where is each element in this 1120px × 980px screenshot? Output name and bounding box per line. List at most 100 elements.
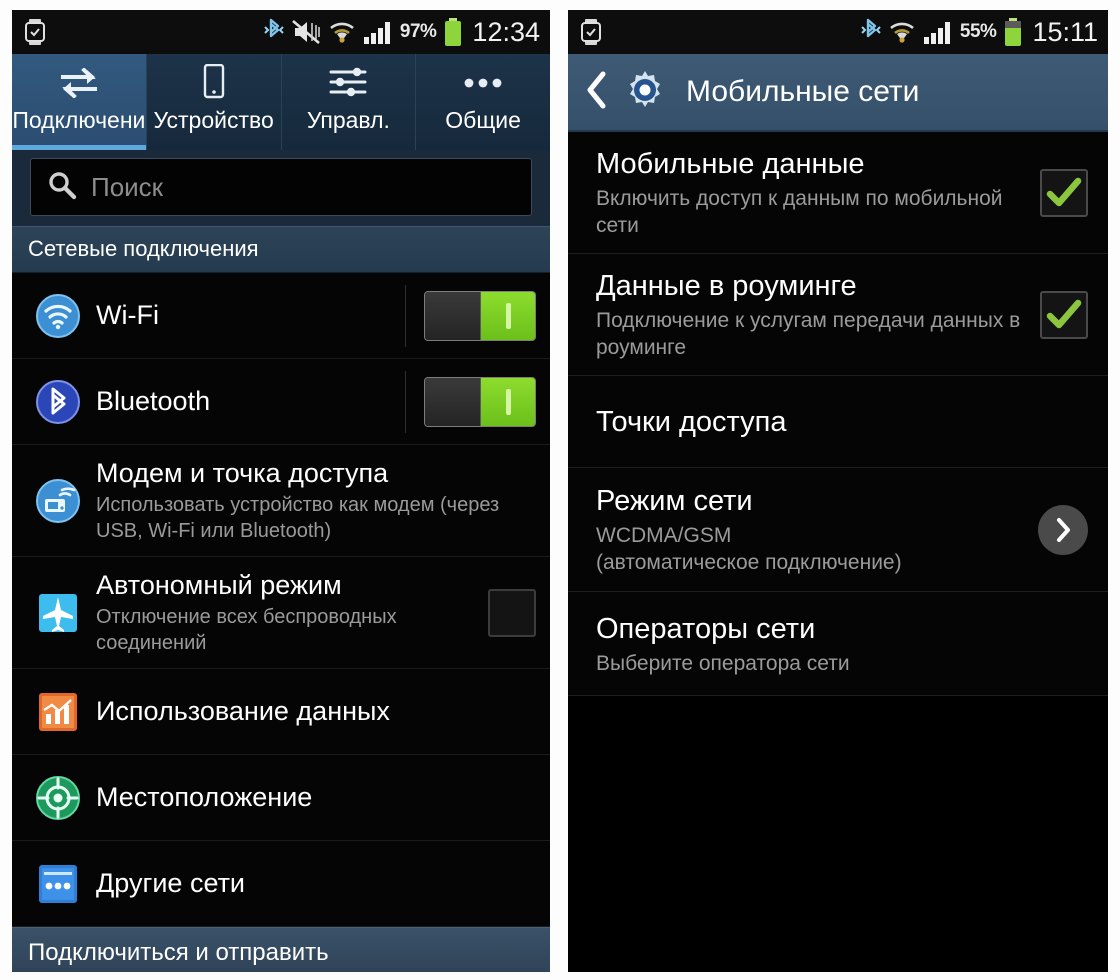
list-item-title: Операторы сети bbox=[596, 612, 816, 645]
tethering-hotspot-icon bbox=[30, 478, 86, 523]
list-item-wifi[interactable]: Wi-Fi bbox=[12, 273, 550, 359]
row-divider bbox=[405, 284, 406, 347]
right-clock: 15:11 bbox=[1032, 16, 1098, 47]
search-input[interactable]: Поиск bbox=[30, 158, 532, 216]
list-item-access-points[interactable]: Точки доступа bbox=[568, 376, 1108, 468]
chevron-right-icon[interactable] bbox=[1038, 504, 1088, 555]
mobile-data-checkbox-area bbox=[1040, 168, 1088, 217]
left-phone-screen: 97% 12:34 Подключени Устройство Управл. … bbox=[12, 10, 550, 972]
list-item-title: Использование данных bbox=[96, 696, 390, 726]
toggle-thumb-on bbox=[480, 377, 535, 426]
data-usage-chart-icon bbox=[30, 690, 86, 734]
signal-bars-icon bbox=[923, 20, 953, 44]
list-item-subtitle: Выберите оператора сети bbox=[596, 651, 850, 675]
connections-arrows-icon bbox=[57, 63, 101, 103]
list-item-subtitle: WCDMA/GSM (автоматическое подключение) bbox=[596, 524, 902, 574]
bottom-bar-connect-and-share[interactable]: Подключиться и отправить bbox=[12, 927, 550, 972]
right-status-bar: 55% 15:11 bbox=[568, 10, 1108, 54]
battery-icon bbox=[443, 18, 463, 46]
list-item-subtitle: Отключение всех беспроводных соединений bbox=[96, 606, 397, 654]
network-mode-chevron-area bbox=[1038, 504, 1088, 555]
left-battery-percent: 97% bbox=[399, 21, 437, 42]
section-header-network-connections: Сетевые подключения bbox=[12, 226, 550, 273]
airplane-icon bbox=[30, 591, 86, 635]
list-item-bluetooth[interactable]: Bluetooth bbox=[12, 359, 550, 445]
more-dots-icon bbox=[461, 63, 505, 103]
left-status-bar: 97% 12:34 bbox=[12, 10, 550, 54]
list-item-tethering[interactable]: Модем и точка доступа Использовать устро… bbox=[12, 445, 550, 557]
sliders-icon bbox=[327, 63, 369, 103]
mute-vibrate-icon bbox=[291, 19, 321, 45]
list-item-title: Bluetooth bbox=[96, 386, 211, 416]
bluetooth-icon bbox=[861, 18, 881, 46]
list-item-title: Мобильные данные bbox=[596, 148, 865, 180]
tab-connections-label: Подключени bbox=[12, 107, 146, 133]
list-item-data-usage[interactable]: Использование данных bbox=[12, 669, 550, 755]
wifi-icon bbox=[888, 19, 916, 45]
data-roaming-checkbox[interactable] bbox=[1040, 290, 1088, 339]
list-item-network-mode[interactable]: Режим сети WCDMA/GSM (автоматическое под… bbox=[568, 468, 1108, 592]
wifi-icon bbox=[328, 19, 356, 45]
airplane-checkbox-area bbox=[480, 588, 536, 637]
list-item-title: Точки доступа bbox=[596, 405, 787, 438]
mobile-networks-list: Мобильные данные Включить доступ к данны… bbox=[568, 132, 1108, 696]
toggle-thumb-on bbox=[480, 291, 535, 340]
bluetooth-toggle[interactable] bbox=[424, 376, 536, 427]
right-battery-percent: 55% bbox=[959, 21, 997, 42]
bluetooth-icon bbox=[264, 18, 284, 46]
screenshot-canvas: 97% 12:34 Подключени Устройство Управл. … bbox=[0, 0, 1120, 980]
right-phone-screen: 55% 15:11 Мобильные сети Мобильные данны… bbox=[568, 10, 1108, 972]
toggle-track-off bbox=[425, 377, 480, 426]
smartwatch-icon bbox=[24, 19, 46, 45]
list-item-mobile-data[interactable]: Мобильные данные Включить доступ к данны… bbox=[568, 132, 1108, 254]
list-item-more-networks[interactable]: Другие сети bbox=[12, 841, 550, 927]
tab-connections[interactable]: Подключени bbox=[12, 54, 147, 150]
location-target-icon bbox=[30, 775, 86, 820]
toggle-track-off bbox=[425, 291, 480, 340]
data-roaming-checkbox-area bbox=[1040, 290, 1088, 339]
wifi-toggle[interactable] bbox=[424, 290, 536, 341]
settings-tab-bar: Подключени Устройство Управл. Общие bbox=[12, 54, 550, 150]
tab-controls-label: Управл. bbox=[306, 107, 390, 133]
list-item-title: Другие сети bbox=[96, 868, 246, 898]
tab-general-label: Общие bbox=[445, 107, 521, 133]
list-item-title: Автономный режим bbox=[96, 570, 342, 600]
list-item-data-roaming[interactable]: Данные в роуминге Подключение к услугам … bbox=[568, 254, 1108, 376]
check-icon bbox=[1046, 177, 1082, 206]
list-item-airplane-mode[interactable]: Автономный режим Отключение всех беспров… bbox=[12, 557, 550, 669]
list-item-title: Данные в роуминге bbox=[596, 270, 857, 302]
list-item-title: Местоположение bbox=[96, 782, 313, 812]
back-chevron-icon[interactable] bbox=[584, 70, 610, 115]
row-divider bbox=[405, 370, 406, 433]
list-item-subtitle: Подключение к услугам передачи данных в … bbox=[596, 309, 1021, 359]
bluetooth-toggle-area bbox=[397, 370, 536, 433]
phone-device-icon bbox=[200, 63, 228, 103]
airplane-mode-checkbox[interactable] bbox=[488, 588, 536, 637]
list-item-subtitle: Включить доступ к данным по мобильной се… bbox=[596, 187, 1003, 237]
mobile-data-checkbox[interactable] bbox=[1040, 168, 1088, 217]
action-bar: Мобильные сети bbox=[568, 54, 1108, 132]
check-icon bbox=[1046, 299, 1082, 328]
search-placeholder: Поиск bbox=[91, 171, 164, 202]
settings-gear-icon bbox=[624, 69, 666, 116]
bluetooth-round-icon bbox=[30, 379, 86, 424]
wifi-toggle-area bbox=[397, 284, 536, 347]
tab-device[interactable]: Устройство bbox=[147, 54, 282, 150]
more-networks-icon bbox=[30, 862, 86, 906]
list-item-title: Модем и точка доступа bbox=[96, 458, 389, 488]
tab-controls[interactable]: Управл. bbox=[282, 54, 417, 150]
search-icon bbox=[47, 170, 77, 205]
list-item-title: Режим сети bbox=[596, 485, 753, 517]
tab-general[interactable]: Общие bbox=[416, 54, 550, 150]
right-empty-area bbox=[568, 696, 1108, 972]
search-area: Поиск bbox=[12, 150, 550, 226]
wifi-round-icon bbox=[30, 293, 86, 338]
smartwatch-icon bbox=[580, 19, 602, 45]
signal-bars-icon bbox=[363, 20, 393, 44]
page-title: Мобильные сети bbox=[686, 75, 920, 108]
list-item-location[interactable]: Местоположение bbox=[12, 755, 550, 841]
list-item-network-operators[interactable]: Операторы сети Выберите оператора сети bbox=[568, 592, 1108, 696]
list-item-title: Wi-Fi bbox=[96, 300, 159, 330]
left-clock: 12:34 bbox=[472, 16, 540, 47]
battery-icon bbox=[1003, 18, 1023, 46]
